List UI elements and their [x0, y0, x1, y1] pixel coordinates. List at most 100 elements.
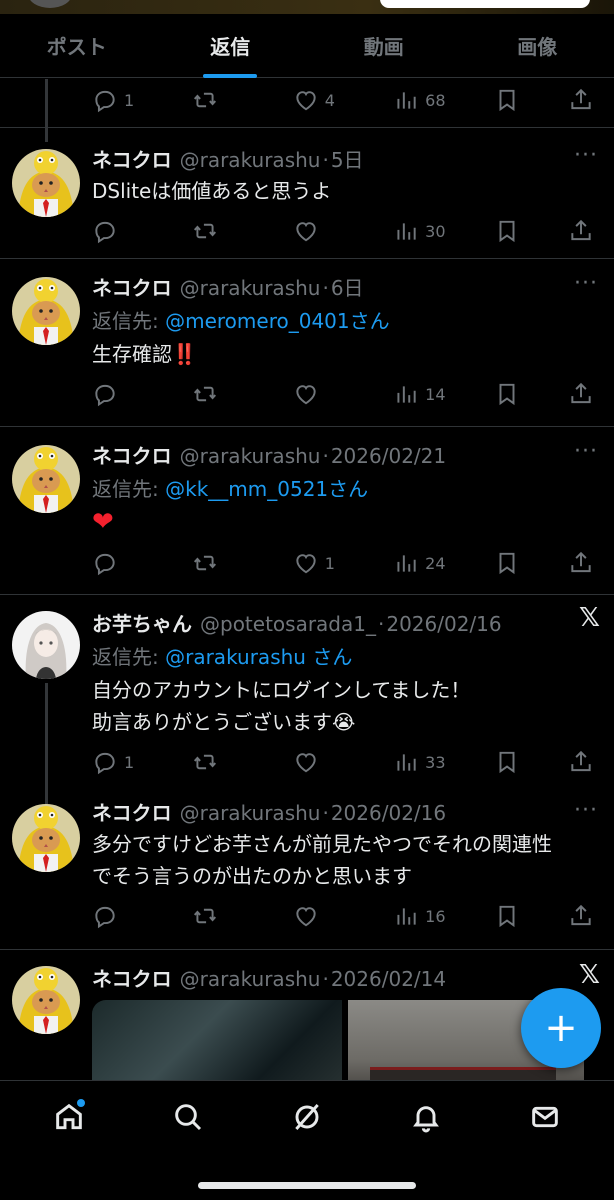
- user-handle[interactable]: @rarakurashu: [180, 444, 321, 468]
- tweet-actions: 1 33: [92, 744, 596, 780]
- timestamp[interactable]: 2026/02/14: [331, 967, 446, 991]
- reply-button[interactable]: [92, 218, 152, 244]
- user-handle[interactable]: @rarakurashu: [180, 967, 321, 991]
- user-handle[interactable]: @rarakurashu: [180, 148, 321, 172]
- views-button[interactable]: 30: [393, 218, 453, 244]
- bookmark-button[interactable]: [494, 87, 528, 113]
- reply-icon: [92, 87, 118, 113]
- display-name[interactable]: ネコクロ: [92, 797, 172, 826]
- tab-videos[interactable]: 動画: [307, 14, 461, 77]
- avatar[interactable]: [12, 966, 80, 1034]
- tab-images[interactable]: 画像: [461, 14, 614, 77]
- reply-button[interactable]: 1: [92, 87, 152, 113]
- retweet-button[interactable]: [192, 749, 252, 775]
- more-options-icon[interactable]: ···: [574, 439, 598, 464]
- retweet-button[interactable]: [192, 550, 252, 576]
- tweet[interactable]: 𝕏 お芋ちゃん @potetosarada1_ · 2026/02/16 返信先: …: [0, 595, 614, 823]
- reply-button[interactable]: [92, 903, 152, 929]
- bookmark-button[interactable]: [494, 749, 528, 775]
- display-name[interactable]: ネコクロ: [92, 440, 172, 469]
- like-button[interactable]: 4: [293, 87, 353, 113]
- tweet[interactable]: ··· ネコクロ @rarakurashu · 5日 DSliteは価値あると思うよ…: [0, 128, 614, 259]
- tweet-media: [92, 1000, 596, 1080]
- nav-notifications[interactable]: [396, 1087, 456, 1147]
- user-handle[interactable]: @rarakurashu: [180, 276, 321, 300]
- share-icon: [568, 903, 594, 929]
- nav-search[interactable]: [158, 1087, 218, 1147]
- reply-icon: [92, 218, 118, 244]
- retweet-button[interactable]: [192, 381, 252, 407]
- display-name[interactable]: ネコクロ: [92, 272, 172, 301]
- media-image[interactable]: [92, 1000, 342, 1080]
- reply-to: 返信先: @kk__mm_0521さん: [92, 477, 369, 501]
- reply-to-link[interactable]: @kk__mm_0521さん: [165, 477, 368, 501]
- share-button[interactable]: [568, 218, 596, 244]
- views-button[interactable]: 24: [393, 550, 453, 576]
- tweet[interactable]: ··· ネコクロ @rarakurashu · 2026/02/16 多分ですけどお…: [0, 792, 614, 950]
- follow-pill-partial[interactable]: [380, 0, 590, 8]
- avatar[interactable]: [12, 149, 80, 217]
- compose-button[interactable]: +: [521, 988, 601, 1068]
- share-button[interactable]: [568, 550, 596, 576]
- share-button[interactable]: [568, 749, 596, 775]
- views-button[interactable]: 68: [393, 87, 453, 113]
- nav-home[interactable]: [39, 1087, 99, 1147]
- timestamp[interactable]: 5日: [331, 144, 364, 173]
- display-name[interactable]: ネコクロ: [92, 963, 172, 992]
- retweet-button[interactable]: [192, 87, 252, 113]
- nav-messages[interactable]: [515, 1087, 575, 1147]
- reply-button[interactable]: [92, 550, 152, 576]
- avatar[interactable]: [12, 804, 80, 872]
- like-button[interactable]: 1: [293, 550, 353, 576]
- timestamp[interactable]: 2026/02/16: [331, 801, 446, 825]
- share-button[interactable]: [568, 903, 596, 929]
- user-handle[interactable]: @rarakurashu: [180, 801, 321, 825]
- more-options-icon[interactable]: ···: [574, 798, 598, 823]
- user-handle[interactable]: @potetosarada1_: [200, 612, 376, 636]
- search-icon: [175, 1104, 202, 1131]
- profile-tabs: ポスト 返信 動画 画像: [0, 14, 614, 78]
- bookmark-button[interactable]: [494, 550, 528, 576]
- more-options-icon[interactable]: ···: [574, 143, 598, 168]
- timestamp[interactable]: 2026/02/16: [386, 612, 501, 636]
- like-button[interactable]: [293, 381, 353, 407]
- reply-to-link[interactable]: @meromero_0401さん: [165, 309, 390, 333]
- replies-feed[interactable]: 1 4 68 ··· ネコクロ @rarakurashu · 5日 DSliteは価…: [0, 79, 614, 1080]
- retweet-button[interactable]: [192, 903, 252, 929]
- share-button[interactable]: [568, 381, 596, 407]
- bell-icon: [412, 1106, 439, 1133]
- views-button[interactable]: 16: [393, 903, 453, 929]
- bookmark-button[interactable]: [494, 218, 528, 244]
- tab-posts[interactable]: ポスト: [0, 14, 154, 77]
- crying-emoji: 😭: [332, 710, 356, 734]
- like-button[interactable]: [293, 749, 353, 775]
- reply-button[interactable]: 1: [92, 749, 152, 775]
- avatar[interactable]: [12, 277, 80, 345]
- tweet[interactable]: ··· ネコクロ @rarakurashu · 6日 返信先: @meromero_…: [0, 259, 614, 427]
- share-icon: [568, 749, 594, 775]
- mail-icon: [531, 1106, 558, 1128]
- views-button[interactable]: 14: [393, 381, 453, 407]
- bookmark-button[interactable]: [494, 903, 528, 929]
- tweet-partial[interactable]: 1 4 68: [0, 79, 614, 142]
- timestamp[interactable]: 2026/02/21: [331, 444, 446, 468]
- timestamp[interactable]: 6日: [331, 272, 364, 301]
- tweet[interactable]: ··· ネコクロ @rarakurashu · 2026/02/21 返信先: @k…: [0, 427, 614, 595]
- like-button[interactable]: [293, 903, 353, 929]
- avatar[interactable]: [12, 445, 80, 513]
- tab-replies[interactable]: 返信: [154, 14, 308, 77]
- nav-grok[interactable]: [277, 1087, 337, 1147]
- bookmark-button[interactable]: [494, 381, 528, 407]
- share-button[interactable]: [568, 87, 596, 113]
- like-button[interactable]: [293, 218, 353, 244]
- views-button[interactable]: 33: [393, 749, 453, 775]
- reply-button[interactable]: [92, 381, 152, 407]
- reply-to-link[interactable]: @rarakurashu さん: [165, 645, 352, 669]
- retweet-button[interactable]: [192, 218, 252, 244]
- display-name[interactable]: ネコクロ: [92, 144, 172, 173]
- separator: ·: [378, 612, 385, 636]
- heart-icon: [293, 381, 319, 407]
- display-name[interactable]: お芋ちゃん: [92, 608, 192, 637]
- more-options-icon[interactable]: ···: [574, 271, 598, 296]
- avatar[interactable]: [12, 611, 80, 679]
